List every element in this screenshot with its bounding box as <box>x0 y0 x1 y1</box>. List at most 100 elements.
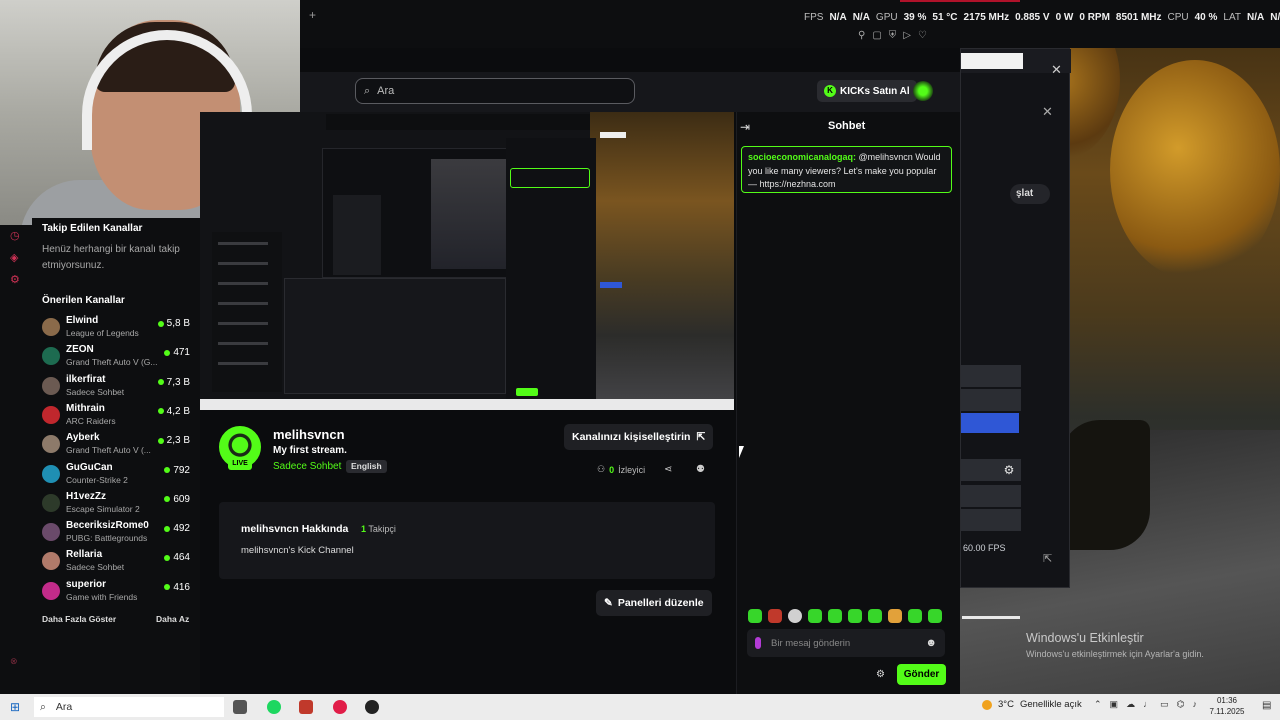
gear-icon[interactable]: ⚙ <box>998 460 1020 480</box>
emote[interactable] <box>888 609 902 623</box>
send-button[interactable]: Gönder <box>897 664 946 685</box>
start-button[interactable]: şlat <box>1010 184 1050 204</box>
show-more-button[interactable]: Daha Fazla Göster <box>42 614 116 624</box>
rail-collapse-icon[interactable]: ⊗ <box>10 656 18 667</box>
about-title: melihsvncn Hakkında <box>241 523 349 535</box>
buy-kicks-button[interactable]: K KICKs Satın Al <box>817 80 917 102</box>
opera-icon[interactable] <box>333 700 347 714</box>
microphone-icon[interactable]: ♩ <box>1143 699 1152 710</box>
customize-channel-label: Kanalınızı kişiselleştirin <box>572 431 691 443</box>
emote[interactable] <box>928 609 942 623</box>
sidebar-channel-name: ilkerfirat <box>66 373 106 385</box>
share-icon[interactable]: ⋖ <box>664 464 672 475</box>
sidebar-channel-item[interactable]: BeceriksizRome0 PUBG: Battlegrounds 492 <box>42 519 190 547</box>
window-selected-row[interactable] <box>961 413 1019 433</box>
viewer-number: 0 <box>609 464 615 475</box>
chat-username[interactable]: socioeconomicanalogaq: <box>748 152 856 162</box>
user-avatar[interactable] <box>913 81 933 101</box>
channel-name[interactable]: melihsvncn <box>273 427 345 442</box>
emote[interactable] <box>788 609 802 623</box>
sidebar-channel-name: Ayberk <box>66 432 100 444</box>
shield-icon[interactable]: ⛨ <box>889 30 897 41</box>
new-tab-button[interactable]: + <box>309 8 316 22</box>
edit-panels-label: Panelleri düzenle <box>617 597 704 609</box>
sidebar-channel-item[interactable]: Ayberk Grand Theft Auto V (... 2,3 B <box>42 431 190 459</box>
chat-settings-icon[interactable]: ⚙ <box>876 669 885 680</box>
sidebar-channel-item[interactable]: GuGuCan Counter-Strike 2 792 <box>42 461 190 489</box>
volume-slider[interactable] <box>962 616 1020 619</box>
sidebar-channel-item[interactable]: ilkerfirat Sadece Sohbet 7,3 B <box>42 373 190 401</box>
sidebar-channel-category: Grand Theft Auto V (... <box>66 445 151 456</box>
notification-icon[interactable]: ▤ <box>1262 700 1271 711</box>
windows-start-icon[interactable]: ⊞ <box>10 700 20 714</box>
display-icon[interactable]: ▭ <box>1160 699 1169 710</box>
emoji-icon[interactable]: ☻ <box>925 637 937 649</box>
window-row <box>961 509 1021 531</box>
live-dot <box>157 408 164 415</box>
followed-empty-text: Henüz herhangi bir kanalı takip etmiyors… <box>42 244 180 271</box>
emote[interactable] <box>748 609 762 623</box>
customize-channel-button[interactable]: Kanalınızı kişiselleştirin ⇱ <box>564 424 714 450</box>
spotify-icon[interactable] <box>267 700 281 714</box>
sidebar-channel-viewers: 416 <box>164 582 190 593</box>
sidebar-channel-item[interactable]: Elwind League of Legends 5,8 B <box>42 314 190 342</box>
weather-desc: Genellikle açık <box>1019 699 1082 710</box>
emote[interactable] <box>908 609 922 623</box>
obs-icon[interactable] <box>365 700 379 714</box>
external-link-icon[interactable]: ⇱ <box>1043 552 1052 565</box>
video-frame <box>212 232 282 392</box>
stack-icon[interactable]: ◈ <box>10 251 18 264</box>
live-dot <box>164 349 171 356</box>
sidebar-channel-item[interactable]: H1vezZz Escape Simulator 2 609 <box>42 490 190 518</box>
pin-icon[interactable]: ⚲ <box>858 30 865 41</box>
stream-video-player[interactable] <box>200 112 734 410</box>
heart-icon[interactable]: ♡ <box>918 30 927 41</box>
collapse-chat-icon[interactable]: ⇥ <box>740 120 750 134</box>
emote[interactable] <box>848 609 862 623</box>
sidebar-channel-item[interactable]: Rellaria Sadece Sohbet 464 <box>42 548 190 576</box>
emote[interactable] <box>828 609 842 623</box>
recommended-channels-title: Önerilen Kanallar <box>42 295 125 306</box>
crop-icon[interactable]: ▢ <box>872 30 881 41</box>
sidebar-channel-name: Mithrain <box>66 402 105 414</box>
gear-icon[interactable]: ⚙ <box>10 273 20 286</box>
sidebar-channel-item[interactable]: superior Game with Friends 416 <box>42 578 190 606</box>
clock-icon[interactable]: ◷ <box>10 229 20 242</box>
gpu-volt: 0.885 V <box>1015 12 1050 23</box>
task-view-icon[interactable] <box>233 700 247 714</box>
sidebar-channel-viewers: 2,3 B <box>157 435 190 446</box>
search-input[interactable]: ⌕ Ara <box>355 78 635 104</box>
cloud-icon[interactable]: ☁ <box>1126 699 1135 710</box>
stream-category[interactable]: Sadece Sohbet <box>273 461 341 472</box>
emote[interactable] <box>868 609 882 623</box>
follow-icon[interactable]: ⚉ <box>696 464 705 475</box>
edit-panels-button[interactable]: ✎ Panelleri düzenle <box>596 590 712 616</box>
kicks-icon: K <box>824 85 836 97</box>
sidebar-channel-name: GuGuCan <box>66 461 113 473</box>
mem-clock: 8501 MHz <box>1115 12 1162 23</box>
chevron-up-icon[interactable]: ⌃ <box>1094 699 1102 710</box>
close-icon[interactable]: ✕ <box>1042 104 1053 120</box>
taskbar-search-input[interactable]: ⌕ Ara <box>34 697 224 717</box>
close-icon[interactable]: ✕ <box>1051 62 1062 78</box>
sidebar-channel-item[interactable]: Mithrain ARC Raiders 4,2 B <box>42 402 190 430</box>
network-icon[interactable]: ⌬ <box>1177 699 1185 710</box>
fps-label: FPS <box>804 12 824 23</box>
emote[interactable] <box>768 609 782 623</box>
chat-message-input[interactable]: Bir mesaj gönderin ☻ <box>747 629 945 657</box>
app-icon[interactable] <box>299 700 313 714</box>
emote[interactable] <box>808 609 822 623</box>
language-tag[interactable]: English <box>346 460 387 473</box>
play-icon[interactable]: ▷ <box>903 30 911 41</box>
browser-top-bar <box>300 0 1280 48</box>
lat-value-2: N/A <box>1270 12 1280 23</box>
tray-icon[interactable]: ▣ <box>1110 699 1119 710</box>
sidebar-channel-category: Escape Simulator 2 <box>66 503 140 514</box>
volume-icon[interactable]: ♪ <box>1192 699 1197 710</box>
show-less-button[interactable]: Daha Az <box>156 614 189 624</box>
live-dot <box>164 584 171 591</box>
weather-widget[interactable]: 3°C Genellikle açık <box>982 699 1082 710</box>
viewer-count-text: 4,2 B <box>166 405 190 417</box>
sidebar-channel-item[interactable]: ZEON Grand Theft Auto V (G... 471 <box>42 343 190 371</box>
taskbar-clock[interactable]: 01:36 7.11.2025 <box>1204 695 1250 717</box>
